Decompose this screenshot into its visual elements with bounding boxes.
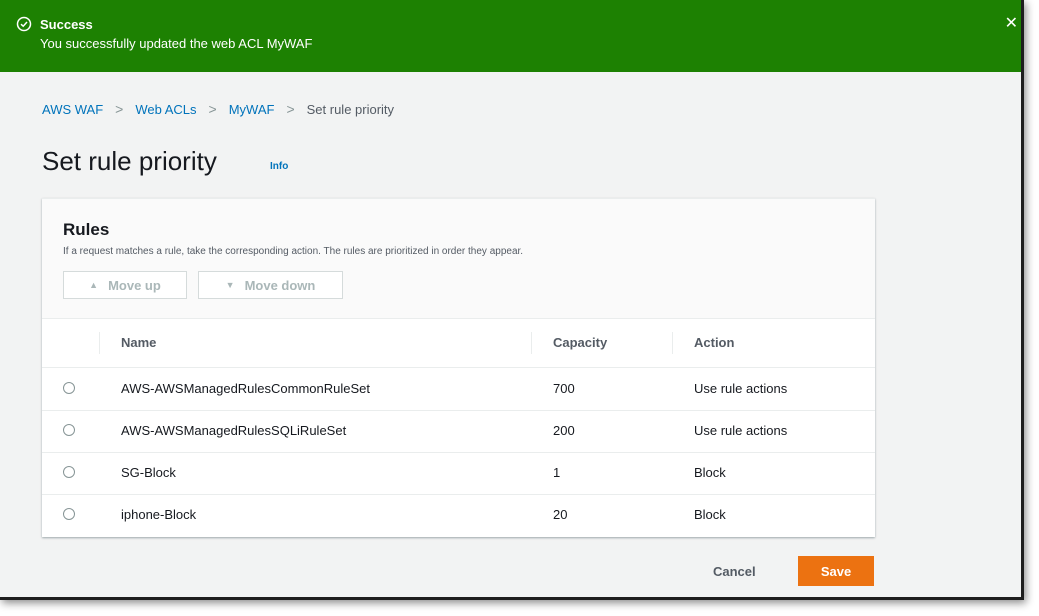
column-divider (99, 332, 100, 354)
cancel-button[interactable]: Cancel (713, 564, 756, 579)
rule-capacity: 20 (553, 507, 568, 522)
rule-radio[interactable] (63, 466, 75, 478)
column-capacity[interactable]: Capacity (553, 335, 607, 350)
info-link[interactable]: Info (270, 161, 288, 172)
rule-capacity: 200 (553, 423, 575, 438)
flash-message: You successfully updated the web ACL MyW… (40, 36, 313, 51)
chevron-right-icon: > (115, 101, 124, 117)
table-row[interactable]: AWS-AWSManagedRulesCommonRuleSet 700 Use… (42, 368, 875, 411)
page: Success You successfully updated the web… (0, 0, 1024, 600)
table-header: Name Capacity Action (42, 318, 875, 368)
triangle-down-icon: ▼ (225, 280, 235, 290)
rule-action: Use rule actions (694, 423, 788, 438)
move-up-button[interactable]: ▲ Move up (63, 271, 187, 299)
table-row[interactable]: SG-Block 1 Block (42, 452, 875, 495)
breadcrumb-aws-waf[interactable]: AWS WAF (42, 102, 103, 117)
flash-title: Success (40, 17, 93, 32)
rule-name: iphone-Block (121, 507, 197, 522)
rule-capacity: 1 (553, 465, 561, 480)
rules-title: Rules (63, 220, 110, 239)
rule-radio[interactable] (63, 424, 75, 436)
move-down-button[interactable]: ▼ Move down (198, 271, 343, 299)
move-up-label: Move up (108, 277, 161, 293)
save-button[interactable]: Save (798, 556, 874, 586)
check-circle-icon (16, 16, 32, 32)
rule-action: Block (694, 507, 726, 522)
rule-radio[interactable] (63, 382, 75, 394)
rule-action: Block (694, 465, 726, 480)
breadcrumb-mywaf[interactable]: MyWAF (229, 102, 275, 117)
move-down-label: Move down (244, 277, 316, 293)
column-divider (672, 332, 673, 354)
rules-header: Rules If a request matches a rule, take … (42, 199, 875, 319)
triangle-up-icon: ▲ (89, 280, 99, 290)
chevron-right-icon: > (208, 101, 217, 117)
rule-capacity: 700 (553, 381, 575, 396)
close-icon[interactable]: ✕ (1005, 16, 1018, 32)
rule-name: AWS-AWSManagedRulesSQLiRuleSet (121, 423, 347, 438)
breadcrumb: AWS WAF > Web ACLs > MyWAF > Set rule pr… (42, 101, 394, 117)
rule-name: SG-Block (121, 465, 176, 480)
table-row[interactable]: iphone-Block 20 Block (42, 494, 875, 536)
column-action[interactable]: Action (694, 335, 734, 350)
success-flash-banner: Success You successfully updated the web… (0, 0, 1024, 72)
rules-description: If a request matches a rule, take the co… (63, 246, 524, 257)
table-row[interactable]: AWS-AWSManagedRulesSQLiRuleSet 200 Use r… (42, 410, 875, 453)
page-title: Set rule priority (42, 146, 217, 176)
rule-name: AWS-AWSManagedRulesCommonRuleSet (121, 381, 371, 396)
breadcrumb-web-acls[interactable]: Web ACLs (135, 102, 196, 117)
column-divider (531, 332, 532, 354)
chevron-right-icon: > (286, 101, 295, 117)
rule-radio[interactable] (63, 508, 75, 520)
breadcrumb-current: Set rule priority (306, 101, 395, 117)
column-name[interactable]: Name (121, 335, 156, 350)
rules-container: Rules If a request matches a rule, take … (42, 198, 875, 537)
rule-action: Use rule actions (694, 381, 788, 396)
